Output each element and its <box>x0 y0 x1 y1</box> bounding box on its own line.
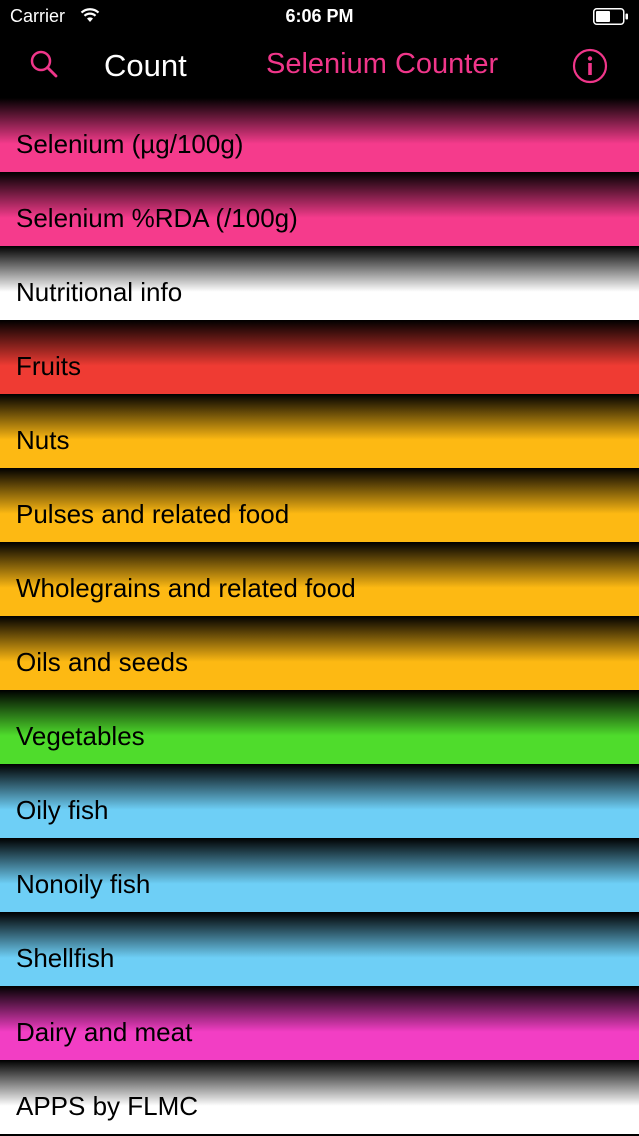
list-item[interactable]: Fruits <box>0 320 639 394</box>
category-list: Selenium (µg/100g) Selenium %RDA (/100g) N… <box>0 98 639 1136</box>
list-item-label: Vegetables <box>16 721 145 751</box>
list-item-label: Oils and seeds <box>16 647 188 677</box>
list-item[interactable]: Pulses and related food <box>0 468 639 542</box>
list-item-label: Nutritional info <box>16 277 183 307</box>
status-time: 6:06 PM <box>285 6 354 26</box>
list-item-label: APPS by FLMC <box>16 1091 199 1121</box>
count-button[interactable]: Count <box>104 48 187 84</box>
list-item[interactable]: Selenium %RDA (/100g) <box>0 172 639 246</box>
list-item-label: Dairy and meat <box>16 1017 193 1047</box>
list-item[interactable]: Oily fish <box>0 764 639 838</box>
list-item-label: Fruits <box>16 351 81 381</box>
list-item[interactable]: Oils and seeds <box>0 616 639 690</box>
list-item[interactable]: Nonoily fish <box>0 838 639 912</box>
list-item-label: Selenium %RDA (/100g) <box>16 203 298 233</box>
list-item-label: Shellfish <box>16 943 115 973</box>
search-icon[interactable] <box>28 48 60 80</box>
list-item[interactable]: Nuts <box>0 394 639 468</box>
page-title: Selenium Counter <box>266 48 499 80</box>
list-item-label: Nuts <box>16 425 70 455</box>
list-item[interactable]: APPS by FLMC <box>0 1060 639 1134</box>
list-item[interactable]: Wholegrains and related food <box>0 542 639 616</box>
battery-icon <box>593 8 628 25</box>
status-bar: Carrier 6:06 PM <box>0 0 639 34</box>
list-item[interactable]: Nutritional info <box>0 246 639 320</box>
list-item-label: Pulses and related food <box>16 499 290 529</box>
list-item-label: Nonoily fish <box>16 869 151 899</box>
list-item-label: Selenium (µg/100g) <box>16 129 244 159</box>
list-item-label: Wholegrains and related food <box>16 573 356 603</box>
list-item[interactable]: Selenium (µg/100g) <box>0 98 639 172</box>
list-item[interactable]: Dairy and meat <box>0 986 639 1060</box>
list-item[interactable]: Shellfish <box>0 912 639 986</box>
info-icon[interactable] <box>572 48 608 84</box>
list-item-label: Oily fish <box>16 795 109 825</box>
navigation-bar: Count Selenium Counter <box>0 34 639 98</box>
list-item[interactable]: Vegetables <box>0 690 639 764</box>
